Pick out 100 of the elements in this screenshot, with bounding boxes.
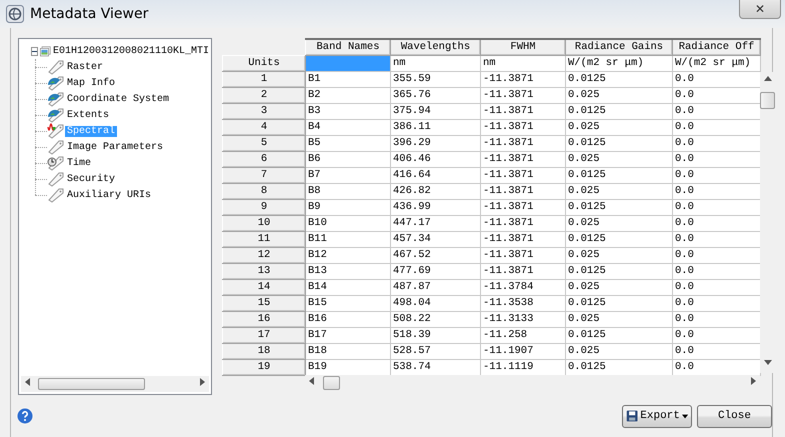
table-cell: B10 bbox=[306, 215, 390, 231]
table-cell: 0.0 bbox=[672, 135, 760, 151]
table-cell: B12 bbox=[306, 247, 390, 263]
row-header: 17 bbox=[222, 327, 306, 343]
table-cell: -11.3871 bbox=[480, 151, 566, 167]
help-icon[interactable] bbox=[17, 408, 33, 424]
table-cell: B2 bbox=[306, 87, 390, 103]
tree-item[interactable]: Time bbox=[65, 158, 94, 168]
tree-item[interactable]: Auxiliary URIs bbox=[65, 190, 154, 200]
table-cell: -11.3784 bbox=[480, 279, 566, 295]
tree-item[interactable]: Coordinate System bbox=[65, 94, 172, 104]
table-cell: 0.0125 bbox=[566, 135, 672, 151]
table-cell: 0.025 bbox=[566, 343, 672, 359]
table-cell: 436.99 bbox=[390, 199, 480, 215]
table-cell: B8 bbox=[306, 183, 390, 199]
scrollbar-thumb[interactable] bbox=[760, 92, 775, 109]
tree-item[interactable]: Extents bbox=[65, 110, 112, 120]
table-cell: 406.46 bbox=[390, 151, 480, 167]
table-cell: 0.0125 bbox=[566, 167, 672, 183]
table-cell: B13 bbox=[306, 263, 390, 279]
table-cell: 386.11 bbox=[390, 119, 480, 135]
horizontal-scrollbar[interactable] bbox=[21, 376, 209, 392]
table-cell: -11.258 bbox=[480, 327, 566, 343]
table-cell: B19 bbox=[306, 359, 390, 375]
tree-item[interactable]: Raster bbox=[65, 62, 106, 72]
table-cell: B4 bbox=[306, 119, 390, 135]
table-cell: 0.0125 bbox=[566, 71, 672, 87]
table-cell: 487.87 bbox=[390, 279, 480, 295]
table-cell: B9 bbox=[306, 199, 390, 215]
table-cell: B16 bbox=[306, 311, 390, 327]
app-icon bbox=[6, 5, 24, 23]
table-cell: 0.025 bbox=[566, 279, 672, 295]
row-header: 11 bbox=[222, 231, 306, 247]
close-button[interactable]: Close bbox=[697, 404, 772, 428]
row-header: 2 bbox=[222, 87, 306, 103]
column-header[interactable]: Radiance Gains bbox=[566, 39, 672, 55]
table-cell: -11.3871 bbox=[480, 263, 566, 279]
row-header: 18 bbox=[222, 343, 306, 359]
table-cell: 457.34 bbox=[390, 231, 480, 247]
table-cell: -11.1907 bbox=[480, 343, 566, 359]
table-cell: 0.0125 bbox=[566, 263, 672, 279]
table-cell: 0.0 bbox=[672, 231, 760, 247]
table-cell: -11.3871 bbox=[480, 231, 566, 247]
table-cell: B18 bbox=[306, 343, 390, 359]
row-header: 10 bbox=[222, 215, 306, 231]
table-cell: 0.0 bbox=[672, 199, 760, 215]
collapse-icon[interactable] bbox=[31, 46, 38, 56]
table-cell: 0.025 bbox=[566, 311, 672, 327]
table-cell: B6 bbox=[306, 151, 390, 167]
row-header: 6 bbox=[222, 151, 306, 167]
table-cell: 0.0 bbox=[672, 215, 760, 231]
tag-icon bbox=[47, 59, 65, 75]
spectrum-tag-icon bbox=[47, 123, 65, 139]
table-cell: 426.82 bbox=[390, 183, 480, 199]
table-cell: -11.3133 bbox=[480, 311, 566, 327]
tree-item[interactable]: Image Parameters bbox=[65, 142, 166, 152]
table-cell: nm bbox=[480, 55, 566, 71]
table-cell: B11 bbox=[306, 231, 390, 247]
row-header: 15 bbox=[222, 295, 306, 311]
row-header: 3 bbox=[222, 103, 306, 119]
table-cell: 528.57 bbox=[390, 343, 480, 359]
table-cell: 0.0125 bbox=[566, 231, 672, 247]
row-header: 13 bbox=[222, 263, 306, 279]
column-header[interactable]: Wavelengths bbox=[390, 39, 480, 55]
table-cell: 0.0 bbox=[672, 247, 760, 263]
table-cell: 0.025 bbox=[566, 151, 672, 167]
tree-item[interactable]: E01H1200312008021110KL_MTI bbox=[50, 46, 211, 56]
table-cell: 0.0 bbox=[672, 359, 760, 375]
close-button[interactable]: ✕ bbox=[739, 0, 781, 19]
row-header: 1 bbox=[222, 71, 306, 87]
table-cell: -11.3871 bbox=[480, 167, 566, 183]
table-cell: 0.025 bbox=[566, 247, 672, 263]
table-cell: B1 bbox=[306, 71, 390, 87]
table-cell: -11.3871 bbox=[480, 119, 566, 135]
table-cell: 447.17 bbox=[390, 215, 480, 231]
table-cell: 416.64 bbox=[390, 167, 480, 183]
row-header: Units bbox=[222, 55, 306, 71]
tree-item[interactable]: Security bbox=[65, 174, 118, 184]
table-cell: 508.22 bbox=[390, 311, 480, 327]
tag-icon bbox=[47, 187, 65, 203]
row-header: 5 bbox=[222, 135, 306, 151]
scrollbar-thumb[interactable] bbox=[38, 378, 145, 390]
column-header[interactable]: Band Names bbox=[306, 39, 390, 55]
table-cell: -11.3871 bbox=[480, 247, 566, 263]
scrollbar-thumb[interactable] bbox=[323, 376, 340, 390]
column-header[interactable]: Radiance Off bbox=[672, 39, 760, 55]
image-file-icon bbox=[40, 44, 51, 58]
table-cell: B3 bbox=[306, 103, 390, 119]
table-cell: B15 bbox=[306, 295, 390, 311]
table-cell: 0.0 bbox=[672, 295, 760, 311]
tag-icon bbox=[47, 171, 65, 187]
row-header: 19 bbox=[222, 359, 306, 375]
column-header[interactable]: FWHM bbox=[480, 39, 566, 55]
table-cell: 0.025 bbox=[566, 183, 672, 199]
export-button[interactable]: Export bbox=[622, 404, 692, 428]
table-cell: 355.59 bbox=[390, 71, 480, 87]
table-cell: 0.0125 bbox=[566, 199, 672, 215]
table-cell: 467.52 bbox=[390, 247, 480, 263]
tree-item[interactable]: Map Info bbox=[65, 78, 118, 88]
table-cell: W/(m2 sr μm) bbox=[566, 55, 672, 71]
